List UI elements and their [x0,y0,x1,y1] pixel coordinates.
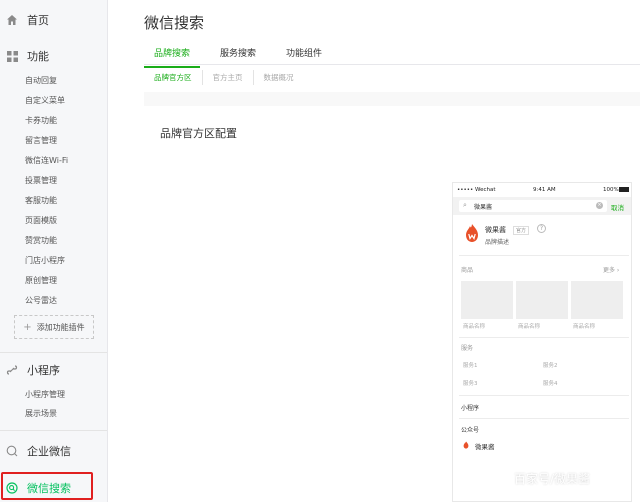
sidebar-item-display-scenes[interactable]: 展示场景 [25,408,57,419]
sidebar-item-comments[interactable]: 留言管理 [25,135,57,146]
more-link[interactable]: 更多 › [603,265,619,274]
home-icon [6,14,18,26]
service-item[interactable]: 服务1 [463,361,478,369]
help-icon[interactable]: ? [537,224,546,233]
subtab-official-home[interactable]: 官方主页 [201,70,253,85]
sidebar-item-radar[interactable]: 公号雷达 [25,295,57,306]
sidebar-item-page-templates[interactable]: 页面模版 [25,215,57,226]
phone-search-input[interactable]: ⌕ 微果酱 × [459,200,607,212]
divider [459,255,629,256]
battery-icon [619,187,629,192]
subtab-data-overview[interactable]: 数据概况 [252,70,304,85]
sidebar-item-auto-reply[interactable]: 自动回复 [25,75,57,86]
status-time: 9:41 AM [533,187,556,193]
divider [0,352,107,353]
product-thumbnail[interactable] [516,281,568,319]
divider [0,430,107,431]
brand-description: 品牌描述 [485,239,510,246]
nav-work-wechat-label: 企业微信 [27,445,71,458]
search-query: 微果酱 [474,204,493,211]
more-label: 更多 [603,267,616,274]
nav-functions-label: 功能 [27,50,49,63]
subtab-brand-zone[interactable]: 品牌官方区 [144,70,202,85]
sidebar-item-customer-service[interactable]: 客服功能 [25,195,57,206]
product-caption: 商品名称 [518,324,541,330]
products-label: 商品 [461,267,474,274]
miniprogram-label: 小程序 [461,405,480,412]
account-logo-icon [463,441,469,449]
service-item[interactable]: 服务3 [463,379,478,387]
service-item[interactable]: 服务2 [543,361,558,369]
phone-preview: ••••• Wechat 9:41 AM 100% ⌕ 微果酱 × 取消 微果酱… [452,182,632,502]
nav-work-wechat[interactable]: 企业微信 [6,443,71,459]
sidebar-item-wifi[interactable]: 微信连Wi-Fi [25,155,68,166]
sidebar-item-tips[interactable]: 赞赏功能 [25,235,57,246]
grid-icon [6,50,18,62]
highlight-box [1,472,93,500]
product-thumbnail[interactable] [571,281,623,319]
sidebar-item-miniprogram-manage[interactable]: 小程序管理 [25,389,65,400]
sidebar-item-original[interactable]: 原创管理 [25,275,57,286]
link-icon [6,364,18,376]
sidebar-item-votes[interactable]: 投票管理 [25,175,57,186]
work-wechat-icon [6,445,18,457]
nav-home[interactable]: 首页 [6,12,49,28]
product-caption: 商品名称 [463,324,486,330]
nav-functions[interactable]: 功能 [6,48,49,64]
product-caption: 商品名称 [573,324,596,330]
product-thumbnail[interactable] [461,281,513,319]
service-item[interactable]: 服务4 [543,379,558,387]
subtab-bar: 品牌官方区 官方主页 数据概况 [144,70,304,85]
add-plugin-button[interactable]: + 添加功能插件 [14,315,94,339]
sidebar: 首页 功能 自动回复 自定义菜单 卡券功能 留言管理 微信连Wi-Fi 投票管理… [0,0,108,502]
section-title: 品牌官方区配置 [160,127,237,140]
nav-home-label: 首页 [27,14,49,27]
nav-miniprogram[interactable]: 小程序 [6,362,60,378]
plus-icon: + [23,321,32,333]
status-bar: ••••• Wechat 9:41 AM 100% [453,183,631,197]
carrier-text: ••••• Wechat [457,187,496,193]
brand-official-tag: 官方 [513,226,530,235]
brand-logo-icon [466,224,478,242]
sidebar-item-custom-menu[interactable]: 自定义菜单 [25,95,65,106]
divider [459,395,629,396]
page-title: 微信搜索 [144,14,205,32]
nav-miniprogram-label: 小程序 [27,364,60,377]
watermark: 百家号/微果酱 [514,472,591,486]
clear-icon[interactable]: × [596,202,603,209]
phone-search-row: ⌕ 微果酱 × 取消 [453,197,631,215]
divider [459,337,629,338]
brand-name: 微果酱 [485,226,506,234]
search-icon: ⌕ [463,201,467,209]
battery-text: 100% [603,187,619,193]
cancel-button[interactable]: 取消 [611,202,624,212]
add-plugin-label: 添加功能插件 [36,322,85,332]
services-label: 服务 [461,345,474,352]
sidebar-item-store-miniprogram[interactable]: 门店小程序 [25,255,65,266]
tabs-divider [144,64,640,65]
official-account-label: 公众号 [461,427,480,434]
sidebar-item-coupons[interactable]: 卡券功能 [25,115,57,126]
divider [459,418,629,419]
account-name: 微果酱 [475,443,495,451]
